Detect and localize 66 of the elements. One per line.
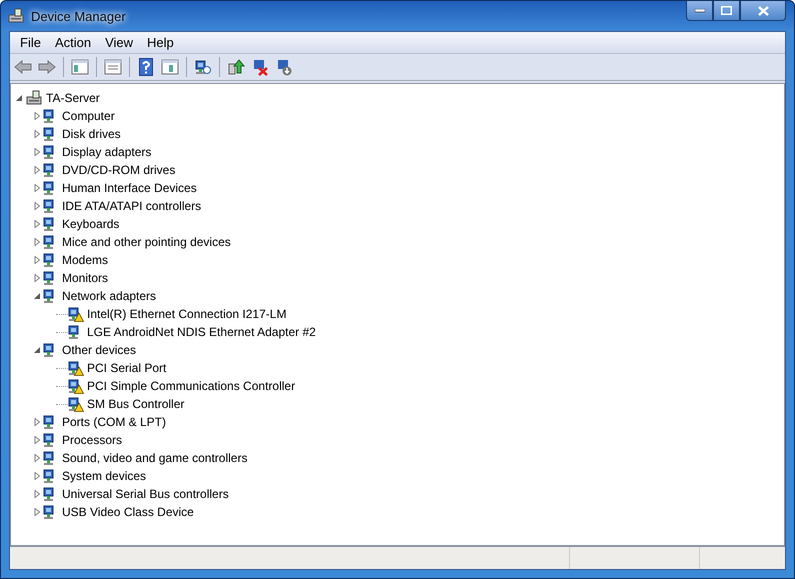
tree-item[interactable]: Computer [62,109,115,123]
tree-item[interactable]: PCI Serial Port [87,361,166,375]
properties-icon [104,59,122,75]
tree-item[interactable]: Sound, video and game controllers [62,451,248,465]
expand-arrow-icon[interactable] [33,490,41,498]
expand-arrow-icon[interactable] [33,238,41,246]
menu-item[interactable]: View [99,35,142,50]
remove-device-icon [251,58,269,76]
tree-item[interactable]: Other devices [62,343,136,357]
tree-item[interactable]: Processors [62,433,122,447]
expand-arrow-icon[interactable] [33,256,41,264]
minimize-icon [694,8,704,12]
tree-item[interactable]: Ports (COM & LPT) [62,415,166,429]
menu-item[interactable]: File [14,35,49,50]
tree-item[interactable]: LGE AndroidNet NDIS Ethernet Adapter #2 [87,325,316,339]
close-button[interactable] [740,1,786,21]
device-icon [195,59,211,75]
tree-item[interactable]: PCI Simple Communications Controller [87,379,296,393]
disable-device-icon [275,58,293,76]
expand-arrow-icon[interactable] [33,454,41,462]
minimize-button[interactable] [686,1,713,21]
window-title: Device Manager [31,8,126,24]
collapse-arrow-icon[interactable] [15,94,23,102]
menu-item[interactable]: Help [141,35,182,50]
back-icon [14,60,32,74]
expand-arrow-icon[interactable] [33,418,41,426]
maximize-button[interactable] [713,1,740,21]
computer-icon [7,8,25,24]
tree-item[interactable]: Display adapters [62,145,152,159]
forward-icon [38,60,56,74]
expand-arrow-icon[interactable] [33,220,41,228]
computer-icon [25,90,43,106]
expand-arrow-icon[interactable] [33,112,41,120]
close-icon [758,6,768,16]
tree-item[interactable]: Monitors [62,271,108,285]
tree-item[interactable]: IDE ATA/ATAPI controllers [62,199,202,213]
tree-item[interactable]: Human Interface Devices [62,181,197,195]
expand-arrow-icon[interactable] [33,130,41,138]
tree-item[interactable]: Disk drives [62,127,121,141]
tree-item[interactable]: USB Video Class Device [62,505,194,519]
pane-icon [161,59,179,75]
tree-item[interactable]: Universal Serial Bus controllers [62,487,229,501]
collapse-arrow-icon[interactable] [33,292,41,300]
tree-item[interactable]: Keyboards [62,217,120,231]
tree-item[interactable]: Mice and other pointing devices [62,235,231,249]
tree-item[interactable]: TA-Server [46,91,100,105]
pane-icon [71,59,89,75]
expand-arrow-icon[interactable] [33,508,41,516]
maximize-icon [721,6,732,15]
expand-arrow-icon[interactable] [33,202,41,210]
expand-arrow-icon[interactable] [33,274,41,282]
help-icon [139,58,153,76]
tree-item[interactable]: SM Bus Controller [87,397,184,411]
expand-arrow-icon[interactable] [33,184,41,192]
expand-arrow-icon[interactable] [33,436,41,444]
collapse-arrow-icon[interactable] [33,346,41,354]
expand-arrow-icon[interactable] [33,472,41,480]
tree-item[interactable]: System devices [62,469,146,483]
expand-arrow-icon[interactable] [33,148,41,156]
update-icon [227,58,245,76]
tree-item[interactable]: Network adapters [62,289,156,303]
tree-item[interactable]: Modems [62,253,108,267]
tree-item[interactable]: Intel(R) Ethernet Connection I217-LM [87,307,286,321]
tree-item[interactable]: DVD/CD-ROM drives [62,163,176,177]
menu-item[interactable]: Action [48,35,100,50]
expand-arrow-icon[interactable] [33,166,41,174]
